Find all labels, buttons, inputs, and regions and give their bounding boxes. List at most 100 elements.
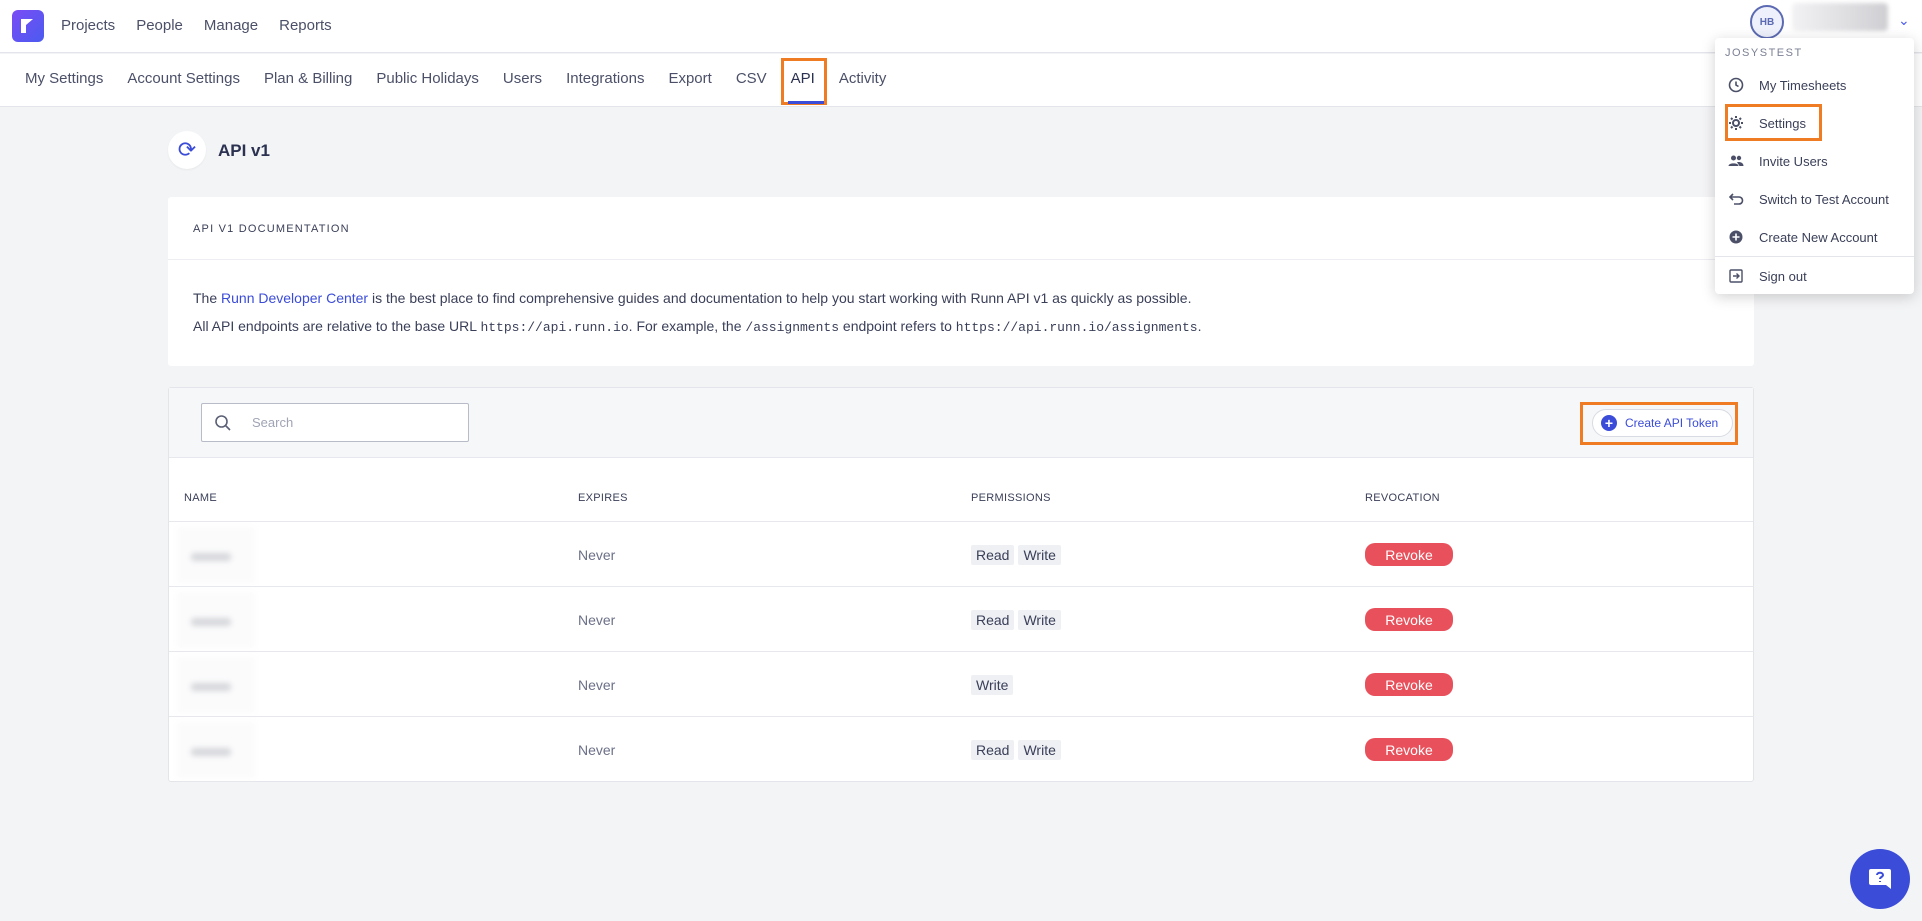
users-icon [1727,152,1745,170]
menu-item-label: Switch to Test Account [1759,191,1889,207]
doc-body: The Runn Developer Center is the best pl… [168,260,1754,366]
menu-item-label: Create New Account [1759,229,1878,245]
token-permissions: Write [971,652,1017,717]
doc-line-1: The Runn Developer Center is the best pl… [193,284,1729,312]
sign-out-icon [1727,267,1745,285]
menu-item-sign-out[interactable]: Sign out [1715,257,1914,295]
user-avatar[interactable]: HB [1750,5,1784,39]
api-documentation-card: API V1 DOCUMENTATION The Runn Developer … [168,197,1754,366]
account-label: JOSYSTEST [1725,47,1803,59]
nav-manage[interactable]: Manage [204,17,258,34]
tab-api[interactable]: API [780,58,827,105]
doc-text: The [193,290,222,306]
token-permissions: Read Write [971,522,1065,587]
plus-circle-icon [1727,228,1745,246]
tokens-toolbar: + Create API Token [169,388,1753,458]
col-revocation: REVOCATION [1365,492,1440,504]
main-nav: Projects People Manage Reports [61,17,353,34]
token-revoke-cell: Revoke [1365,587,1453,652]
tab-csv[interactable]: CSV [736,70,767,87]
help-chat-button[interactable] [1850,849,1910,909]
search-box [201,403,469,442]
menu-item-switch-test-account[interactable]: Switch to Test Account [1715,180,1914,218]
menu-item-invite-users[interactable]: Invite Users [1715,142,1914,180]
doc-line-2: All API endpoints are relative to the ba… [193,312,1729,342]
account-name-redacted[interactable] [1792,3,1888,31]
permission-badge: Write [971,674,1014,695]
menu-item-create-account[interactable]: Create New Account [1715,218,1914,256]
doc-text: is the best place to find comprehensive … [368,290,1192,306]
token-revoke-cell: Revoke [1365,717,1453,782]
permission-badge: Write [1018,544,1061,565]
runn-logo[interactable] [12,10,44,42]
permission-badge: Write [1018,609,1061,630]
doc-text: . For example, the [628,318,746,334]
chevron-down-icon[interactable]: ⌄ [1898,12,1910,29]
developer-center-link[interactable]: Runn Developer Center [221,290,368,306]
active-tab-underline [787,101,824,104]
table-header: NAME EXPIRES PERMISSIONS REVOCATION [169,483,1753,515]
col-expires: EXPIRES [578,492,628,504]
tab-users[interactable]: Users [503,70,542,87]
nav-projects[interactable]: Projects [61,17,115,34]
token-revoke-cell: Revoke [1365,652,1453,717]
tab-activity[interactable]: Activity [839,70,887,87]
doc-text: . [1197,318,1202,334]
page-title: API v1 [218,141,270,160]
highlight-box [1725,104,1822,141]
tab-export[interactable]: Export [668,70,711,87]
table-row: Never Read Write Revoke [169,521,1753,586]
base-url: https://api.runn.io [480,320,629,335]
revoke-button[interactable]: Revoke [1365,738,1453,761]
full-url: https://api.runn.io/assignments [955,320,1198,335]
token-permissions: Read Write [971,587,1065,652]
chat-icon [1869,869,1891,889]
token-name-redacted [177,587,255,652]
doc-text: endpoint refers to [839,318,956,334]
permission-badge: Write [1018,739,1061,760]
tab-account-settings[interactable]: Account Settings [127,70,240,87]
token-expires: Never [578,676,616,693]
highlight-box [780,58,827,105]
col-name: NAME [184,492,217,504]
endpoint-example: /assignments [745,320,840,335]
nav-reports[interactable]: Reports [279,17,332,34]
menu-item-label: My Timesheets [1759,77,1847,93]
tab-my-settings[interactable]: My Settings [25,70,103,87]
search-input[interactable] [252,404,462,441]
token-name-redacted [177,717,255,782]
revoke-button[interactable]: Revoke [1365,608,1453,631]
table-row: Never Write Revoke [169,651,1753,716]
nav-people[interactable]: People [136,17,183,34]
api-tokens-card: + Create API Token NAME EXPIRES PERMISSI… [168,387,1754,782]
revoke-button[interactable]: Revoke [1365,673,1453,696]
permission-badge: Read [971,739,1015,760]
tab-public-holidays[interactable]: Public Holidays [376,70,479,87]
create-api-token-button[interactable]: + Create API Token [1592,409,1734,437]
token-expires: Never [578,611,616,628]
token-revoke-cell: Revoke [1365,522,1453,587]
settings-tabs: My Settings Account Settings Plan & Bill… [0,54,1922,107]
sync-icon: ⟳ [168,131,206,169]
tab-integrations[interactable]: Integrations [566,70,644,87]
table-row: Never Read Write Revoke [169,586,1753,651]
doc-text: All API endpoints are relative to the ba… [193,318,481,334]
top-navbar: Projects People Manage Reports HB ⌄ [0,0,1922,53]
plus-circle-icon: + [1601,415,1617,431]
tab-plan-billing[interactable]: Plan & Billing [264,70,352,87]
user-dropdown-menu: JOSYSTEST My Timesheets Settings Invite … [1715,38,1914,294]
menu-item-my-timesheets[interactable]: My Timesheets [1715,66,1914,104]
token-name-redacted [177,522,255,587]
permission-badge: Read [971,609,1015,630]
permission-badge: Read [971,544,1015,565]
col-permissions: PERMISSIONS [971,492,1051,504]
token-name-redacted [177,652,255,717]
revoke-button[interactable]: Revoke [1365,543,1453,566]
menu-item-label: Sign out [1759,268,1807,284]
create-api-token-label: Create API Token [1625,416,1719,430]
search-icon [214,414,232,437]
menu-item-label: Invite Users [1759,153,1828,169]
clock-icon [1727,76,1745,94]
token-expires: Never [578,546,616,563]
table-row: Never Read Write Revoke [169,716,1753,781]
